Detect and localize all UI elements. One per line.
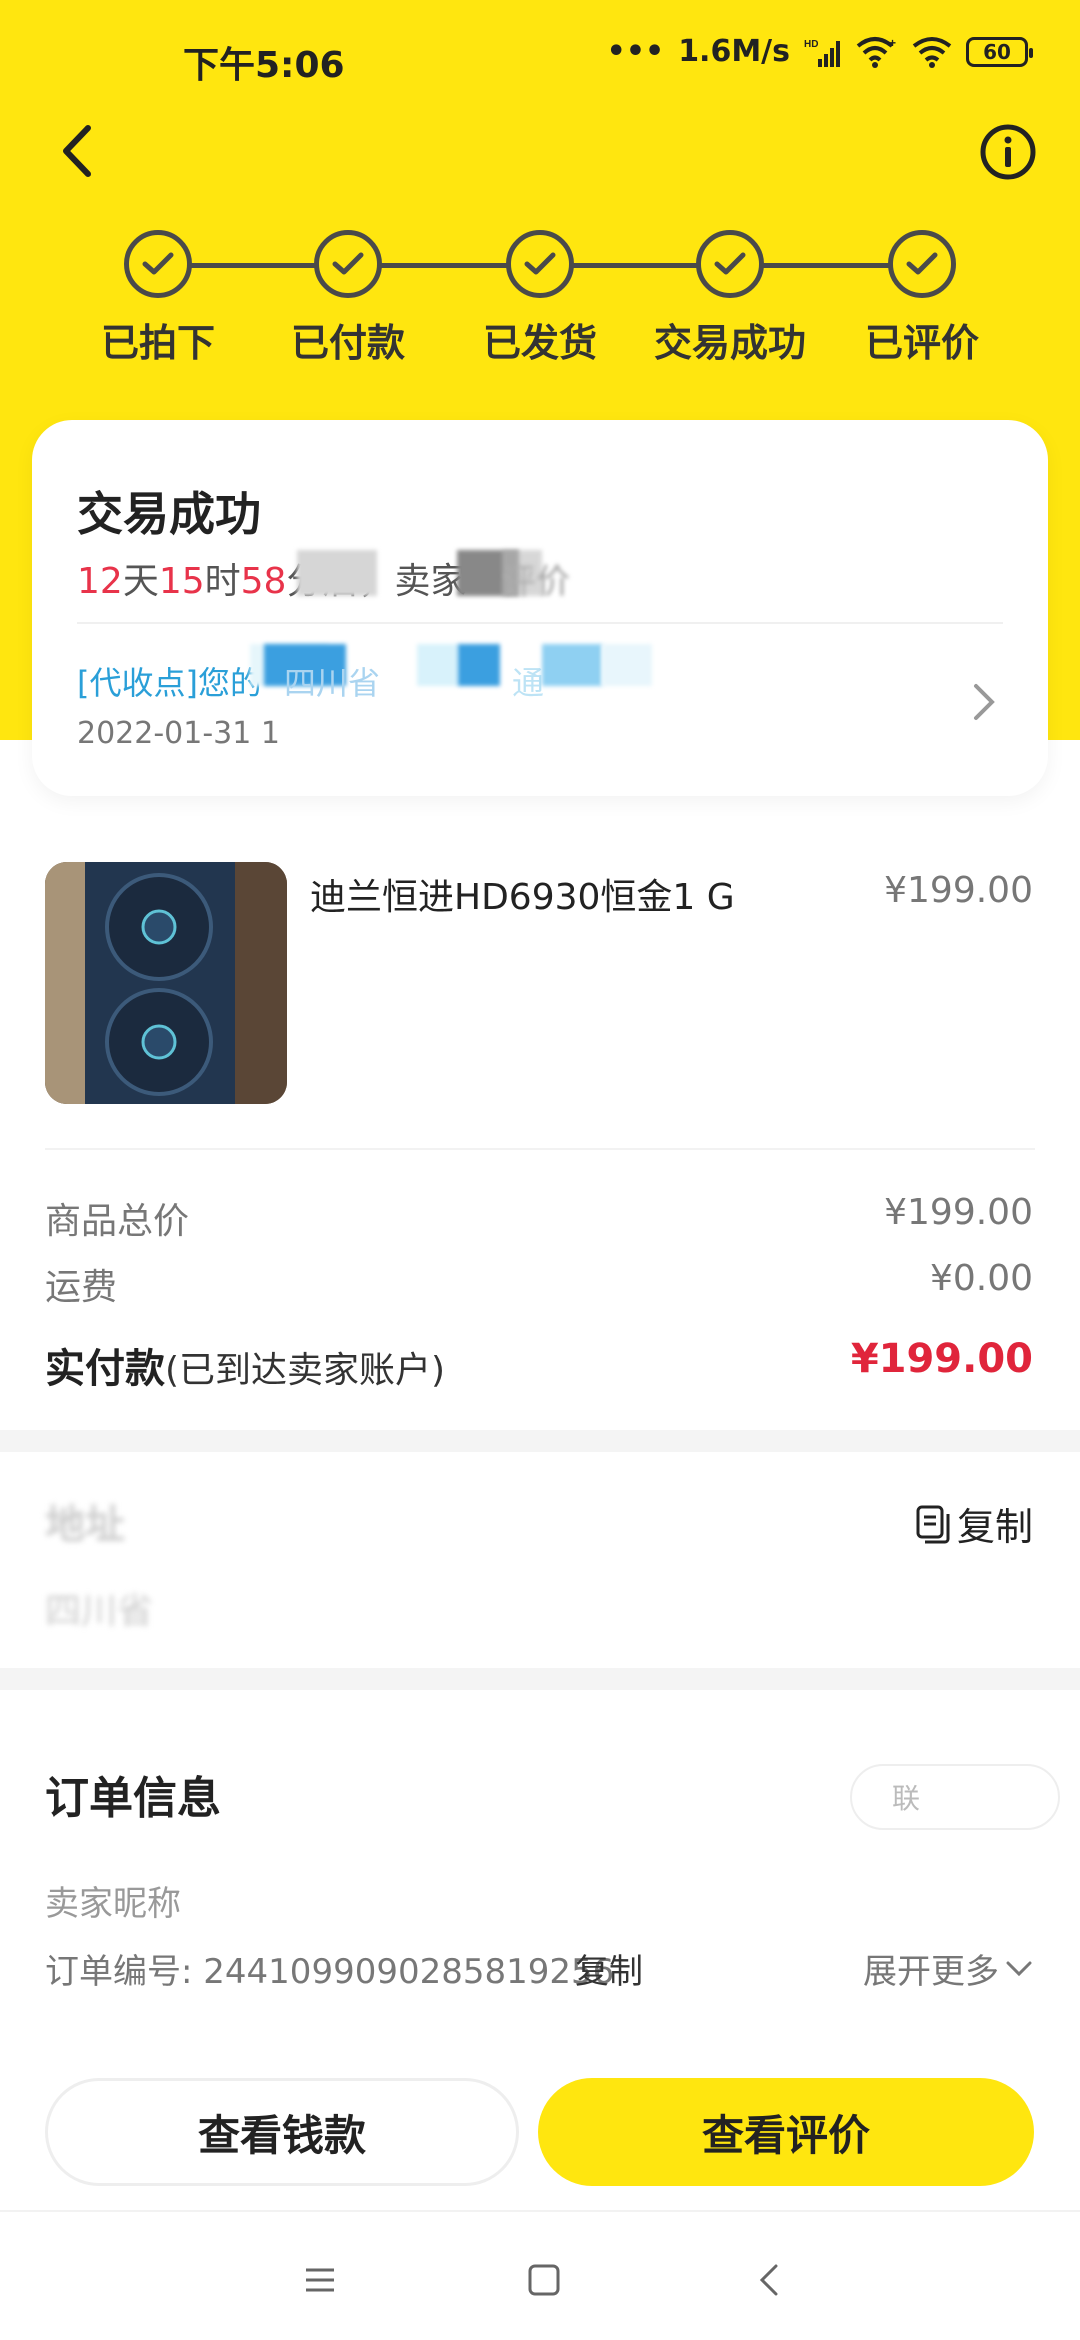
cellular-signal-icon: HD	[804, 37, 842, 67]
view-funds-button[interactable]: 查看钱款	[45, 2078, 519, 2186]
countdown-days: 12	[77, 561, 123, 602]
status-card: 交易成功 12天15时58分后，卖家 评价 [代收点]您的 四川省 通 2022…	[32, 420, 1048, 796]
paid-label: 实付款(已到达卖家账户)	[45, 1336, 445, 1394]
paid-label-text: 实付款	[45, 1346, 165, 1392]
paid-note: (已到达卖家账户)	[165, 1350, 446, 1391]
back-nav-icon[interactable]	[750, 2260, 790, 2300]
copy-label: 复制	[956, 1505, 1033, 1549]
menu-icon[interactable]	[300, 2260, 340, 2300]
order-info-title: 订单信息	[45, 1773, 221, 1824]
graphics-card-image	[45, 862, 287, 1104]
product-price: ¥199.00	[884, 870, 1033, 911]
step-label: 已评价	[864, 321, 979, 365]
subtotal-label: 商品总价	[45, 1201, 190, 1242]
step-shipped: 已发货	[450, 230, 630, 367]
network-speed: 1.6M/s	[678, 34, 790, 69]
logistics-end: 通	[512, 664, 545, 702]
order-number-row: 订单编号: 2441099090285819256	[45, 1944, 614, 1993]
system-nav-bar	[0, 2210, 1080, 2340]
redacted-block	[602, 644, 652, 686]
check-icon	[124, 230, 192, 298]
check-icon	[314, 230, 382, 298]
order-number-value: 2441099090285819256	[203, 1952, 615, 1992]
status-bar: 下午5:06 ••• 1.6M/s HD + 60	[0, 0, 1080, 120]
divider	[45, 1148, 1035, 1150]
card-divider	[77, 622, 1003, 624]
status-indicators: ••• 1.6M/s HD + 60	[606, 34, 1033, 69]
copy-order-number-button[interactable]: 复制	[575, 1944, 643, 1993]
status-time: 下午5:06	[183, 45, 345, 86]
step-label: 已付款	[290, 321, 405, 365]
step-label: 交易成功	[653, 321, 806, 365]
check-icon	[696, 230, 764, 298]
expand-more-button[interactable]: 展开更多	[863, 1944, 1033, 1993]
address-line: 四川省	[45, 1591, 154, 1632]
section-gap	[0, 1430, 1080, 1452]
wifi-plus-icon: +	[856, 36, 898, 68]
address-title: 地址	[45, 1502, 125, 1548]
step-label: 已发货	[482, 321, 597, 365]
countdown-hours: 15	[158, 561, 205, 602]
shipping-value: ¥0.00	[929, 1258, 1033, 1299]
section-gap	[0, 1668, 1080, 1690]
subtotal-row: 商品总价 ¥199.00	[45, 1192, 1033, 1244]
product-image[interactable]	[45, 862, 287, 1104]
battery-icon: 60	[966, 36, 1033, 67]
step-reviewed: 已评价	[832, 230, 1012, 367]
paid-row: 实付款(已到达卖家账户) ¥199.00	[45, 1336, 1033, 1394]
review-countdown: 12天15时58分后，卖家	[77, 552, 466, 604]
shipping-label: 运费	[45, 1267, 118, 1308]
view-review-button[interactable]: 查看评价	[538, 2078, 1034, 2186]
chevron-down-icon	[1006, 1961, 1032, 1976]
countdown-days-unit: 天	[122, 561, 159, 602]
svg-text:HD: HD	[804, 39, 818, 50]
order-number-label: 订单编号:	[45, 1952, 193, 1992]
copy-address-button[interactable]: 复制	[915, 1496, 1033, 1551]
step-paid: 已付款	[258, 230, 438, 367]
svg-text:+: +	[889, 36, 896, 50]
check-icon	[888, 230, 956, 298]
redacted-block	[502, 550, 542, 596]
product-title[interactable]: 迪兰恒进HD6930恒金1 G	[310, 868, 735, 920]
info-icon	[980, 124, 1036, 180]
card-title: 交易成功	[77, 487, 261, 541]
wifi-icon	[912, 36, 952, 68]
back-button[interactable]	[52, 118, 112, 184]
step-success: 交易成功	[640, 230, 820, 367]
countdown-minutes: 58	[240, 561, 287, 602]
step-ordered: 已拍下	[68, 230, 248, 367]
shipping-row: 运费 ¥0.00	[45, 1258, 1033, 1310]
home-icon[interactable]	[524, 2260, 564, 2300]
redacted-block	[458, 644, 500, 686]
back-arrow-icon	[63, 125, 91, 177]
redacted-block	[542, 644, 602, 686]
check-icon	[506, 230, 574, 298]
step-label: 已拍下	[100, 321, 215, 365]
paid-value: ¥199.00	[850, 1336, 1033, 1382]
logistics-mid: 四川省	[284, 664, 381, 702]
order-progress: 已拍下 已付款 已发货 交易成功 已评价	[0, 230, 1080, 370]
copy-icon	[916, 1505, 950, 1543]
more-dots-icon: •••	[606, 34, 665, 69]
logistics-chevron-icon[interactable]	[968, 678, 1000, 726]
contact-pill[interactable]: 联	[850, 1764, 1060, 1830]
expand-more-label: 展开更多	[863, 1952, 999, 1992]
seller-nickname: 卖家昵称	[45, 1884, 181, 1924]
redacted-block	[417, 644, 459, 686]
info-button[interactable]	[978, 122, 1038, 182]
logistics-text[interactable]: [代收点]您的	[77, 658, 262, 704]
logistics-date: 2022-01-31 1	[77, 716, 280, 751]
redacted-block	[297, 550, 377, 596]
subtotal-value: ¥199.00	[884, 1192, 1033, 1233]
countdown-hours-unit: 时	[204, 561, 241, 602]
